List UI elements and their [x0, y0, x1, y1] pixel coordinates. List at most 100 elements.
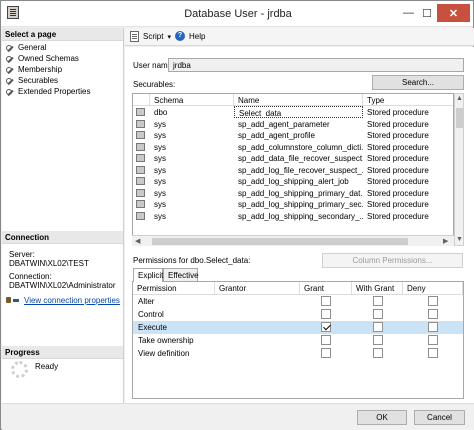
page-label: Extended Properties	[18, 87, 91, 96]
maximize-button[interactable]: ☐	[419, 4, 435, 22]
with-grant-checkbox[interactable]	[373, 335, 383, 345]
ok-button[interactable]: OK	[357, 410, 407, 425]
server-label: Server:	[9, 250, 35, 259]
left-pane: Select a page General Owned Schemas Memb…	[2, 28, 124, 403]
permission-row[interactable]: Take ownership	[133, 334, 463, 347]
close-button[interactable]: ✕	[437, 4, 470, 22]
cell-name: sp_add_agent_profile	[238, 131, 315, 140]
securable-row[interactable]: sys sp_add_log_shipping_primary_sec... Sto…	[133, 198, 453, 210]
page-owned-schemas[interactable]: Owned Schemas	[6, 53, 79, 64]
column-header-permission[interactable]: Permission	[133, 282, 215, 295]
search-button[interactable]: Search...	[372, 75, 464, 90]
deny-checkbox[interactable]	[428, 322, 438, 332]
connection-label: Connection:	[9, 272, 52, 281]
connection-value: DBATWIN\XL02\Administrator	[9, 281, 116, 290]
scroll-thumb[interactable]	[152, 238, 408, 245]
stored-procedure-icon	[136, 200, 145, 208]
grant-checkbox[interactable]	[321, 335, 331, 345]
permission-row[interactable]: Alter	[133, 295, 463, 308]
permissions-grid[interactable]: Permission Grantor Grant With Grant Deny…	[132, 281, 464, 399]
with-grant-checkbox[interactable]	[373, 348, 383, 358]
deny-checkbox[interactable]	[428, 309, 438, 319]
column-header-name[interactable]: Name	[234, 94, 363, 106]
connection-header: Connection	[2, 231, 123, 244]
wrench-icon	[6, 77, 14, 85]
script-button[interactable]: Script ▾	[130, 31, 171, 42]
cell-schema: sys	[154, 177, 166, 186]
permission-row[interactable]: View definition	[133, 347, 463, 360]
grant-checkbox[interactable]	[321, 296, 331, 306]
column-header-icon	[133, 94, 150, 106]
cell-name: sp_add_log_shipping_alert_job	[238, 177, 349, 186]
view-connection-properties-link[interactable]: View connection properties	[6, 296, 120, 305]
with-grant-checkbox[interactable]	[373, 309, 383, 319]
grant-checkbox[interactable]	[321, 322, 331, 332]
page-membership[interactable]: Membership	[6, 64, 62, 75]
permission-row[interactable]: Control	[133, 308, 463, 321]
deny-checkbox[interactable]	[428, 348, 438, 358]
page-label: General	[18, 43, 47, 52]
cell-schema: sys	[154, 142, 166, 152]
cell-schema: sys	[154, 211, 166, 221]
script-label: Script	[143, 32, 164, 41]
securables-vertical-scrollbar[interactable]: ▲ ▼	[454, 93, 464, 246]
securable-row[interactable]: sys sp_add_agent_parameter Stored procedur…	[133, 118, 453, 130]
cell-name: sp_add_columnstore_column_dicti...	[238, 142, 363, 152]
column-header-grant[interactable]: Grant	[300, 282, 352, 295]
cell-name: sp_add_log_shipping_secondary_...	[238, 211, 363, 221]
with-grant-checkbox[interactable]	[373, 322, 383, 332]
tab-explicit[interactable]: Explicit	[133, 268, 163, 282]
column-header-with-grant[interactable]: With Grant	[352, 282, 403, 295]
cell-schema: sys	[154, 131, 166, 140]
securables-horizontal-scrollbar[interactable]: ◀ ▶	[132, 235, 454, 246]
grant-checkbox[interactable]	[321, 309, 331, 319]
scroll-right-icon[interactable]: ▶	[443, 237, 448, 245]
column-permissions-button[interactable]: Column Permissions...	[322, 253, 463, 268]
page-securables[interactable]: Securables	[6, 75, 58, 86]
script-icon	[130, 31, 139, 42]
securable-row[interactable]: sys sp_add_agent_profile Stored procedure	[133, 129, 453, 141]
stored-procedure-icon	[136, 188, 145, 197]
scroll-left-icon[interactable]: ◀	[135, 237, 140, 245]
column-header-grantor[interactable]: Grantor	[215, 282, 300, 295]
securables-grid[interactable]: Schema Name Type dbo Select_data Stored pr…	[132, 93, 454, 246]
deny-checkbox[interactable]	[428, 296, 438, 306]
tab-effective[interactable]: Effective	[163, 268, 199, 281]
chevron-down-icon[interactable]: ▾	[167, 33, 171, 41]
securable-row[interactable]: sys sp_add_log_file_recover_suspect_... St…	[133, 164, 453, 176]
securable-row[interactable]: sys sp_add_log_shipping_alert_job Stored p…	[133, 175, 453, 187]
help-label: Help	[189, 31, 206, 41]
minimize-button[interactable]: —	[400, 4, 417, 22]
column-header-type[interactable]: Type	[363, 94, 453, 106]
securable-row[interactable]: sys sp_add_log_shipping_primary_dat... Sto…	[133, 187, 453, 199]
permission-row[interactable]: Execute	[133, 321, 463, 334]
wrench-icon	[6, 55, 14, 63]
column-header-schema[interactable]: Schema	[150, 94, 234, 106]
page-general[interactable]: General	[6, 42, 46, 53]
securable-row[interactable]: sys sp_add_log_shipping_secondary_... Stor…	[133, 210, 453, 222]
grant-checkbox[interactable]	[321, 348, 331, 358]
securable-row[interactable]: dbo Select_data Stored procedure	[133, 106, 453, 118]
stored-procedure-icon	[136, 131, 145, 139]
with-grant-checkbox[interactable]	[373, 296, 383, 306]
securable-row[interactable]: sys sp_add_columnstore_column_dicti... Sto…	[133, 141, 453, 153]
cell-name: sp_add_log_file_recover_suspect_...	[238, 165, 363, 175]
cell-type: Stored procedure	[367, 154, 429, 163]
help-button[interactable]: ? Help	[175, 31, 205, 41]
help-icon: ?	[175, 31, 185, 41]
dialog-footer: OK Cancel	[2, 403, 474, 430]
securable-row[interactable]: sys sp_add_data_file_recover_suspect... St…	[133, 152, 453, 164]
scroll-down-icon[interactable]: ▼	[456, 236, 463, 243]
cancel-button[interactable]: Cancel	[414, 410, 465, 425]
scroll-up-icon[interactable]: ▲	[456, 95, 463, 102]
deny-checkbox[interactable]	[428, 335, 438, 345]
page-label: Owned Schemas	[18, 54, 79, 63]
scroll-thumb[interactable]	[456, 108, 463, 128]
cell-type: Stored procedure	[367, 211, 429, 221]
user-name-field[interactable]: jrdba	[168, 58, 464, 72]
page-extended-properties[interactable]: Extended Properties	[6, 86, 91, 97]
permission-name: Alter	[138, 297, 155, 306]
stored-procedure-icon	[136, 211, 145, 220]
column-header-deny[interactable]: Deny	[403, 282, 463, 295]
link-label: View connection properties	[24, 296, 120, 305]
